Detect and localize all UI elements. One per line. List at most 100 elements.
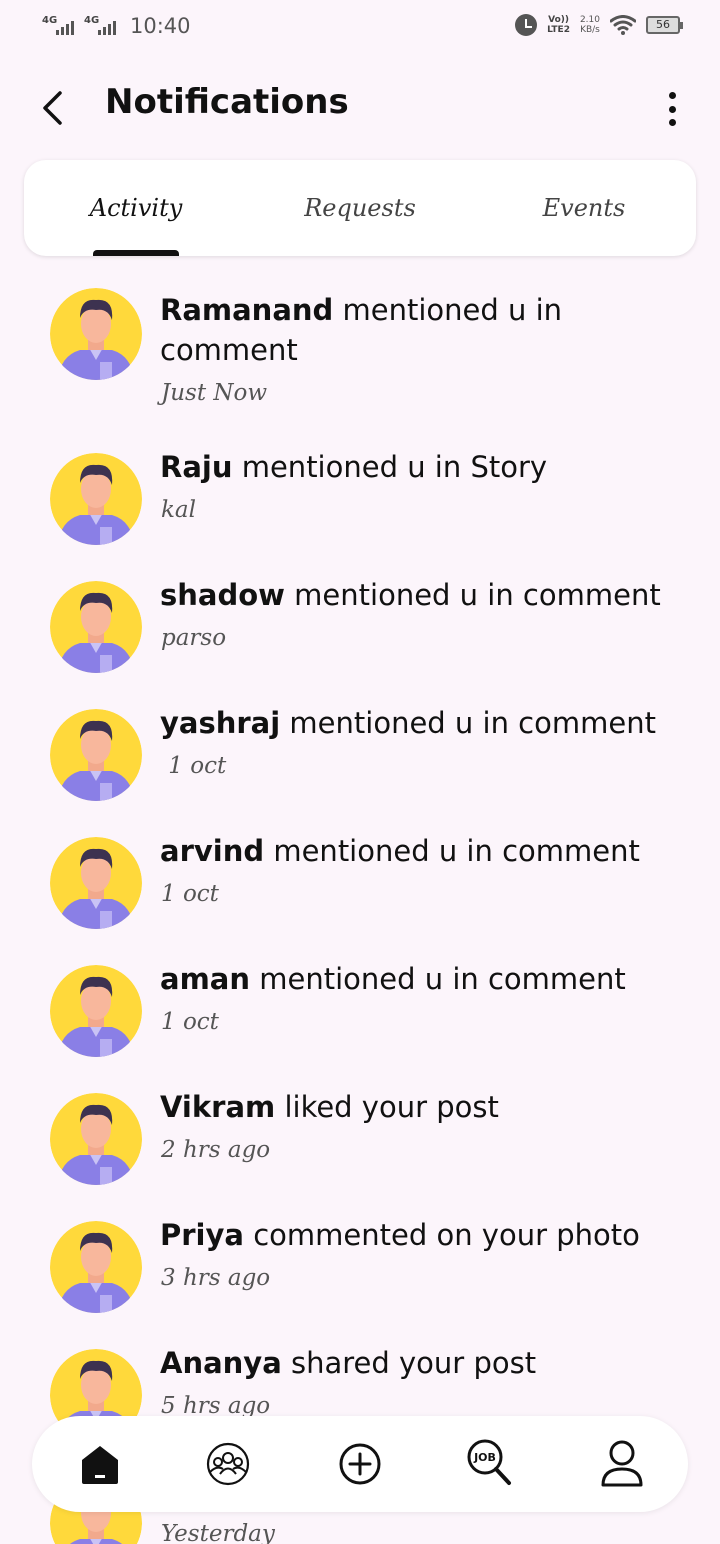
speed-value: 2.10 (579, 15, 600, 25)
wifi-icon (610, 15, 636, 35)
chevron-left-icon (43, 91, 62, 125)
clock: 10:40 (130, 14, 191, 38)
notification-time: 1 oct (161, 881, 219, 907)
notification-message: Priya commented on your photo (160, 1215, 680, 1255)
notification-time: Just Now (161, 380, 268, 406)
notification-time: 1 oct (161, 753, 227, 779)
signal-icon: 4G (42, 15, 76, 37)
notification-username[interactable]: Ananya (160, 1346, 282, 1380)
nav-home-button[interactable] (72, 1436, 128, 1492)
notification-time: 1 oct (161, 1009, 219, 1035)
lte-label: LTE2 (547, 25, 570, 35)
more-dot-icon (668, 105, 676, 113)
nav-community-button[interactable] (200, 1436, 256, 1492)
tab-label: Activity (89, 194, 183, 222)
more-dot-icon (668, 119, 676, 126)
back-button[interactable] (28, 84, 76, 132)
status-bar: 4G 4G 10:40 Vo)) LTE2 2.10 KB/s 56 (0, 0, 720, 56)
svg-text:JOB: JOB (473, 1451, 496, 1464)
bottom-navigation: JOB (32, 1416, 688, 1512)
notification-message: Raju mentioned u in Story (160, 447, 680, 487)
notification-item[interactable]: aman mentioned u in comment 1 oct (0, 957, 720, 1085)
notification-text: commented on your photo (243, 1218, 640, 1252)
avatar[interactable] (50, 288, 142, 380)
signal-icon: 4G (84, 15, 118, 37)
avatar[interactable] (50, 837, 142, 929)
user-avatar-icon (50, 453, 142, 545)
job-search-icon: JOB (467, 1439, 511, 1485)
notification-time: parso (161, 625, 227, 651)
avatar[interactable] (50, 709, 142, 801)
community-icon (206, 1442, 250, 1486)
notification-time: 3 hrs ago (161, 1265, 271, 1291)
notification-text: mentioned u in comment (264, 834, 640, 868)
user-avatar-icon (50, 1093, 142, 1185)
notification-text: mentioned u in comment (284, 578, 661, 612)
avatar[interactable] (50, 1093, 142, 1185)
notification-list[interactable]: Ramanand mentioned u in comment Just Now … (0, 280, 720, 1544)
notification-username[interactable]: arvind (160, 834, 264, 868)
notification-message: Ramanand mentioned u in comment (160, 290, 680, 370)
user-avatar-icon (50, 709, 142, 801)
battery-icon: 56 (646, 16, 683, 34)
notification-item[interactable]: yashraj mentioned u in comment 1 oct (0, 701, 720, 829)
notification-item[interactable]: Ramanand mentioned u in comment Just Now (0, 280, 720, 445)
app-header: Notifications (0, 70, 720, 140)
notification-username[interactable]: Ramanand (160, 293, 333, 327)
avatar[interactable] (50, 1221, 142, 1313)
alarm-icon (515, 14, 538, 36)
home-icon (82, 1446, 118, 1484)
notification-text: mentioned u in Story (232, 450, 548, 484)
nav-job-search-button[interactable]: JOB (462, 1436, 518, 1492)
notification-item[interactable]: Vikram liked your post 2 hrs ago (0, 1085, 720, 1213)
nav-profile-button[interactable] (594, 1436, 650, 1492)
more-options-button[interactable] (660, 92, 684, 126)
volte-indicator: Vo)) LTE2 (547, 15, 570, 35)
user-avatar-icon (50, 581, 142, 673)
notification-message: Vikram liked your post (160, 1087, 680, 1127)
user-avatar-icon (50, 1221, 142, 1313)
notification-username[interactable]: shadow (160, 578, 285, 612)
tab-label: Events (542, 194, 626, 222)
volte-label: Vo)) (548, 15, 569, 25)
notification-text: shared your post (281, 1346, 537, 1380)
notification-message: arvind mentioned u in comment (160, 831, 680, 871)
notification-text: mentioned u in comment (250, 962, 626, 996)
notification-time: kal (161, 497, 197, 523)
notification-username[interactable]: aman (160, 962, 250, 996)
avatar[interactable] (50, 453, 142, 545)
notification-time: Yesterday (161, 1521, 275, 1544)
speed-unit: KB/s (580, 25, 600, 35)
notification-message: yashraj mentioned u in comment (160, 703, 680, 743)
notification-username[interactable]: Priya (160, 1218, 244, 1252)
notification-username[interactable]: yashraj (160, 706, 280, 740)
notification-item[interactable]: shadow mentioned u in comment parso (0, 573, 720, 701)
add-post-icon (339, 1443, 381, 1485)
tab-activity[interactable]: Activity (24, 160, 248, 256)
profile-icon (601, 1440, 643, 1487)
notification-text: liked your post (275, 1090, 499, 1124)
page-title: Notifications (105, 82, 349, 122)
user-avatar-icon (50, 837, 142, 929)
network-speed: 2.10 KB/s (580, 15, 600, 35)
nav-add-post-button[interactable] (332, 1436, 388, 1492)
user-avatar-icon (50, 965, 142, 1057)
network-type-label: 4G (42, 15, 58, 26)
notification-item[interactable]: arvind mentioned u in comment 1 oct (0, 829, 720, 957)
notification-message: shadow mentioned u in comment (160, 575, 680, 615)
tab-label: Requests (304, 194, 416, 222)
tab-events[interactable]: Events (472, 160, 696, 256)
notification-tabs: Activity Requests Events (24, 160, 696, 256)
avatar[interactable] (50, 965, 142, 1057)
active-tab-indicator (93, 250, 179, 256)
notification-username[interactable]: Raju (160, 450, 233, 484)
more-dot-icon (668, 92, 676, 99)
notification-message: Ananya shared your post (160, 1343, 680, 1383)
notification-item[interactable]: Priya commented on your photo 3 hrs ago (0, 1213, 720, 1341)
notification-item[interactable]: Raju mentioned u in Story kal (0, 445, 720, 573)
notification-time: 2 hrs ago (161, 1137, 271, 1163)
avatar[interactable] (50, 581, 142, 673)
notification-message: aman mentioned u in comment (160, 959, 680, 999)
tab-requests[interactable]: Requests (248, 160, 472, 256)
notification-username[interactable]: Vikram (160, 1090, 275, 1124)
